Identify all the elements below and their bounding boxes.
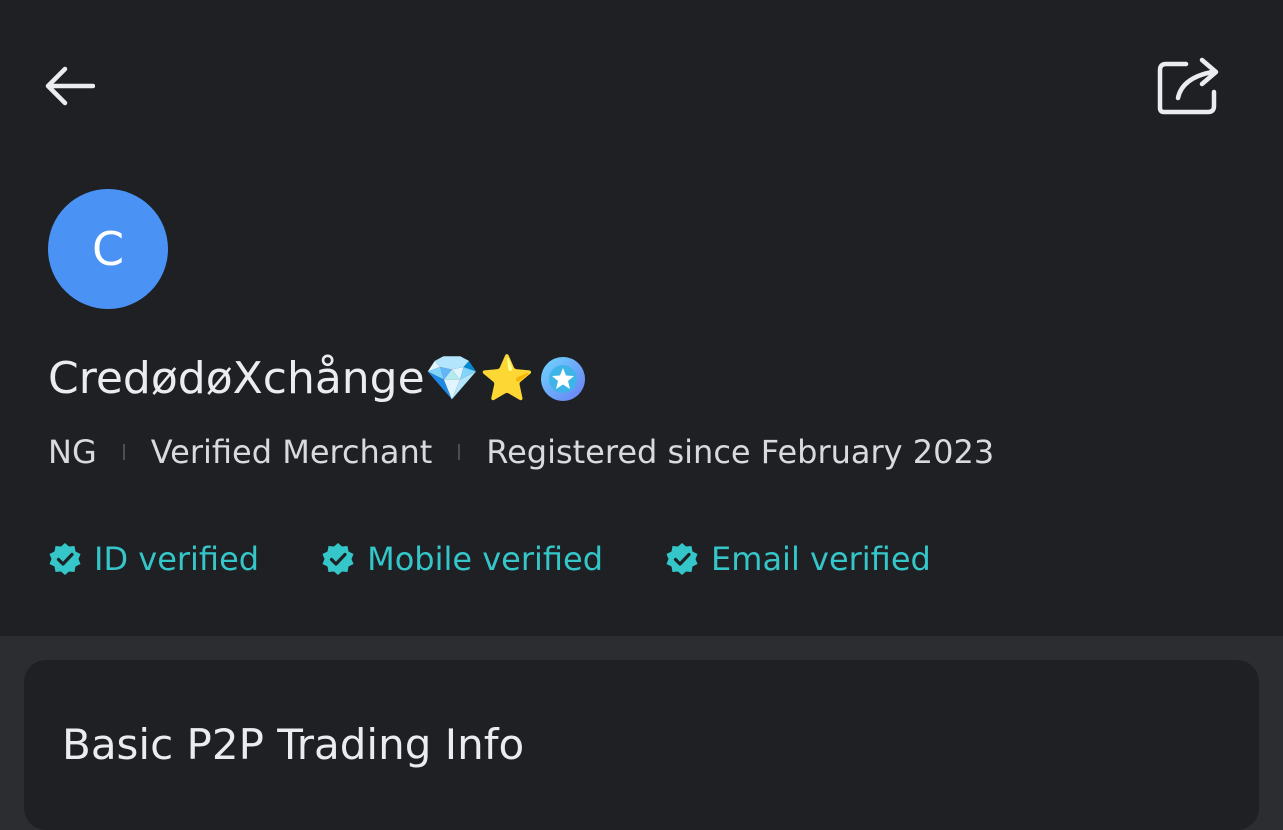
verified-check-icon xyxy=(322,543,354,575)
avatar: C xyxy=(48,189,168,309)
share-button[interactable] xyxy=(1150,52,1226,120)
profile-header-section: C CredødøXchånge💎⭐ NG Verified Merchant … xyxy=(0,0,1283,636)
verification-row: ID verified Mobile verified Email verifi… xyxy=(48,534,993,584)
back-button[interactable] xyxy=(40,60,98,112)
card-title: Basic P2P Trading Info xyxy=(62,720,525,769)
country-code: NG xyxy=(48,433,97,471)
verification-label: ID verified xyxy=(94,540,260,578)
verified-check-icon xyxy=(49,543,81,575)
arrow-left-icon xyxy=(45,66,95,106)
merchant-status: Verified Merchant xyxy=(150,433,433,471)
verified-check-icon xyxy=(666,543,698,575)
email-verified-item: Email verified xyxy=(665,540,931,578)
divider xyxy=(458,444,461,460)
verification-label: Mobile verified xyxy=(367,540,604,578)
avatar-letter: C xyxy=(91,222,125,276)
merchant-star-badge-icon[interactable] xyxy=(538,354,588,404)
p2p-trading-info-card: Basic P2P Trading Info xyxy=(24,660,1259,830)
divider xyxy=(122,444,125,460)
share-icon xyxy=(1157,57,1219,115)
verification-label: Email verified xyxy=(711,540,931,578)
id-verified-item: ID verified xyxy=(48,540,259,578)
merchant-info-row: NG Verified Merchant Registered since Fe… xyxy=(48,428,994,476)
mobile-verified-item: Mobile verified xyxy=(321,540,603,578)
merchant-name: CredødøXchånge💎⭐ xyxy=(48,353,535,404)
merchant-name-row: CredødøXchånge💎⭐ xyxy=(48,344,588,414)
registration-date: Registered since February 2023 xyxy=(486,433,995,471)
